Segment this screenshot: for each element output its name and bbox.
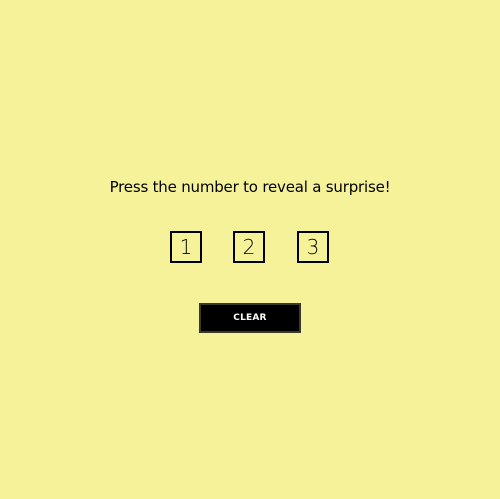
number-button-3[interactable]: 3: [297, 231, 329, 263]
number-button-1[interactable]: 1: [170, 231, 202, 263]
prompt-text: Press the number to reveal a surprise!: [109, 178, 391, 196]
clear-button[interactable]: CLEAR: [199, 303, 301, 333]
number-button-2[interactable]: 2: [233, 231, 265, 263]
